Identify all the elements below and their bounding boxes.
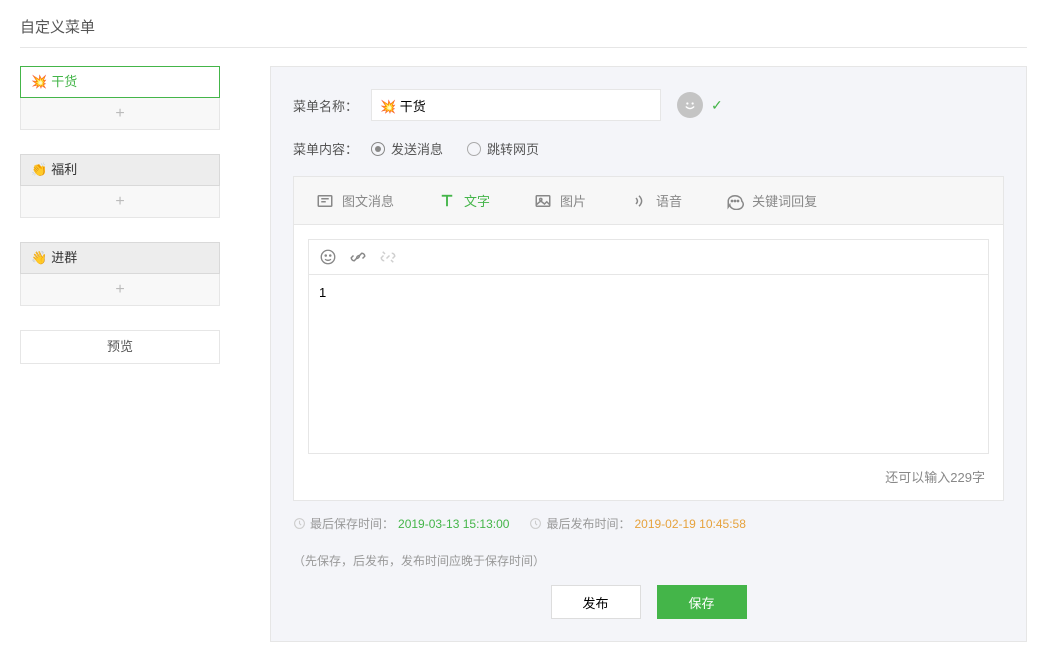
news-icon — [316, 192, 334, 210]
sidebar: 💥 干货 + 👏 福利 + 👋 进群 + 预览 — [20, 66, 220, 642]
tab-text[interactable]: 文字 — [416, 177, 512, 224]
menu-item-1[interactable]: 👏 福利 — [20, 154, 220, 186]
time-hint: （先保存，后发布，发布时间应晚于保存时间） — [293, 552, 545, 569]
menu-item-2[interactable]: 👋 进群 — [20, 242, 220, 274]
save-time-label: 最后保存时间： — [310, 515, 394, 532]
menu-name-input[interactable] — [371, 89, 661, 121]
menu-emoji-0: 💥 — [31, 66, 47, 98]
radio-jump-label: 跳转网页 — [487, 139, 539, 158]
radio-send-label: 发送消息 — [391, 139, 443, 158]
chat-icon — [726, 192, 744, 210]
publish-button[interactable]: 发布 — [551, 585, 641, 619]
content-label: 菜单内容： — [293, 139, 371, 158]
page-title: 自定义菜单 — [20, 10, 1027, 48]
check-icon: ✓ — [711, 97, 723, 114]
add-submenu-1[interactable]: + — [20, 186, 220, 218]
publish-time-value: 2019-02-19 10:45:58 — [634, 517, 745, 531]
link-tool-icon[interactable] — [349, 248, 367, 266]
add-submenu-0[interactable]: + — [20, 98, 220, 130]
editor-panel: 图文消息 文字 图片 语音 — [293, 176, 1004, 501]
emoji-picker-button[interactable] — [677, 92, 703, 118]
menu-label-0: 干货 — [51, 66, 77, 98]
main-panel: 菜单名称： ✓ 菜单内容： 发送消息 跳转网页 — [270, 66, 1027, 642]
tab-image-label: 图片 — [560, 191, 586, 210]
char-count: 还可以输入229字 — [308, 457, 989, 486]
smiley-icon — [681, 96, 699, 114]
emoji-tool-icon[interactable] — [319, 248, 337, 266]
voice-icon — [630, 192, 648, 210]
content-textarea[interactable] — [308, 274, 989, 454]
preview-button[interactable]: 预览 — [20, 330, 220, 364]
clock-icon — [529, 517, 542, 530]
menu-label-1: 福利 — [51, 154, 77, 186]
tab-text-label: 文字 — [464, 191, 490, 210]
tab-image[interactable]: 图片 — [512, 177, 608, 224]
menu-emoji-1: 👏 — [31, 154, 47, 186]
publish-time-label: 最后发布时间： — [546, 515, 630, 532]
radio-jump-page[interactable]: 跳转网页 — [467, 139, 539, 158]
menu-label-2: 进群 — [51, 242, 77, 274]
menu-emoji-2: 👋 — [31, 242, 47, 274]
tab-news[interactable]: 图文消息 — [294, 177, 416, 224]
text-icon — [438, 192, 456, 210]
editor-toolbar — [308, 239, 989, 274]
tab-keyword[interactable]: 关键词回复 — [704, 177, 839, 224]
unlink-tool-icon[interactable] — [379, 248, 397, 266]
clock-icon — [293, 517, 306, 530]
tab-news-label: 图文消息 — [342, 191, 394, 210]
add-submenu-2[interactable]: + — [20, 274, 220, 306]
tab-keyword-label: 关键词回复 — [752, 191, 817, 210]
image-icon — [534, 192, 552, 210]
radio-send-message[interactable]: 发送消息 — [371, 139, 443, 158]
tab-voice-label: 语音 — [656, 191, 682, 210]
save-button[interactable]: 保存 — [657, 585, 747, 619]
name-label: 菜单名称： — [293, 96, 371, 115]
save-time-value: 2019-03-13 15:13:00 — [398, 517, 509, 531]
menu-item-0[interactable]: 💥 干货 — [20, 66, 220, 98]
tab-voice[interactable]: 语音 — [608, 177, 704, 224]
